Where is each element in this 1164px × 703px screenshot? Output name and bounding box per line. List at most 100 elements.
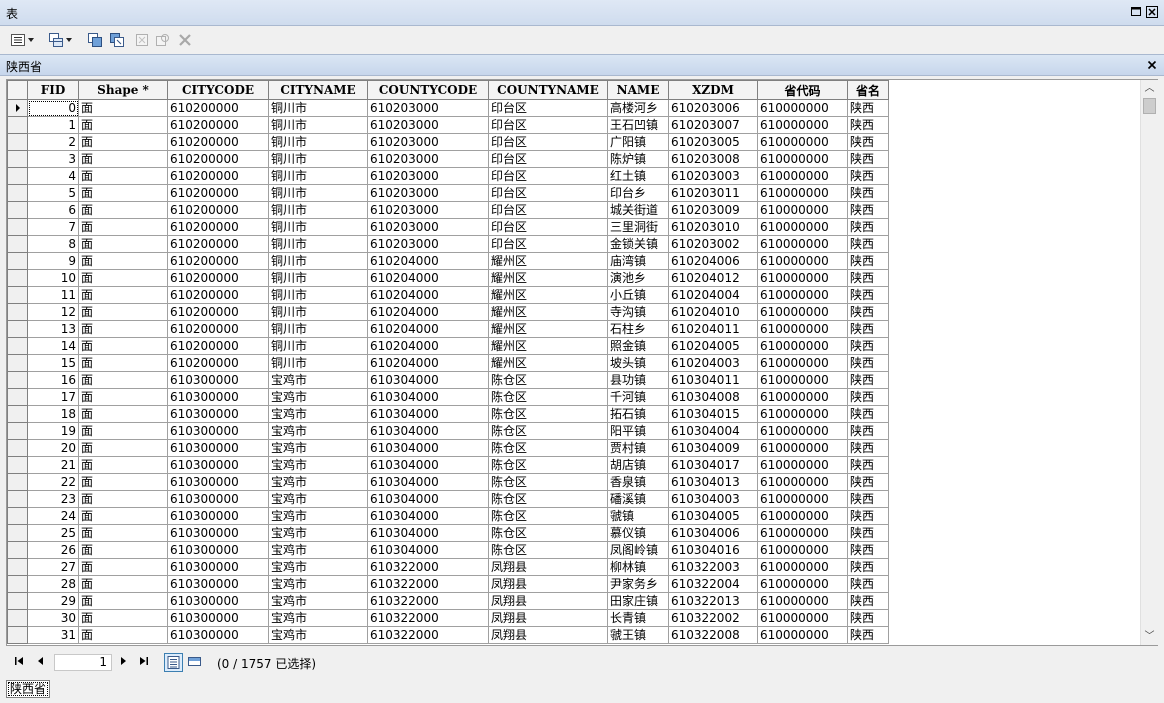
cell-shape[interactable]: 面 [78,218,168,236]
cell-xzdm[interactable]: 610203005 [668,133,758,151]
cell-citycode[interactable]: 610300000 [167,626,269,644]
cell-cityname[interactable]: 铜川市 [268,184,368,202]
cell-countycode[interactable]: 610322000 [367,575,489,593]
cell-xzdm[interactable]: 610203011 [668,184,758,202]
cell-province-code[interactable]: 610000000 [757,116,848,134]
cell-xzdm[interactable]: 610304008 [668,388,758,406]
cell-countyname[interactable]: 陈仓区 [488,456,608,474]
cell-shape[interactable]: 面 [78,150,168,168]
cell-province-name[interactable]: 陕西 [847,507,889,525]
cell-name[interactable]: 香泉镇 [607,473,669,491]
cell-countycode[interactable]: 610304000 [367,405,489,423]
scroll-down-button[interactable]: ﹀ [1141,628,1158,645]
cell-name[interactable]: 城关街道 [607,201,669,219]
cell-shape[interactable]: 面 [78,592,168,610]
table-row[interactable]: 18 面 610300000 宝鸡市 610304000 陈仓区 拓石镇 610304015 6… [7,405,889,423]
cell-province-name[interactable]: 陕西 [847,99,889,117]
table-row[interactable]: 24 面 610300000 宝鸡市 610304000 陈仓区 虢镇 610304005 61… [7,507,889,525]
cell-province-name[interactable]: 陕西 [847,371,889,389]
row-selector[interactable] [7,150,28,168]
cell-name[interactable]: 庙湾镇 [607,252,669,270]
cell-province-code[interactable]: 610000000 [757,609,848,627]
cell-cityname[interactable]: 铜川市 [268,201,368,219]
cell-province-name[interactable]: 陕西 [847,626,889,644]
cell-cityname[interactable]: 宝鸡市 [268,473,368,491]
cell-fid[interactable]: 14 [27,337,79,355]
table-row[interactable]: 10 面 610200000 铜川市 610204000 耀州区 演池乡 610204012 6… [7,269,889,287]
cell-province-code[interactable]: 610000000 [757,558,848,576]
cell-citycode[interactable]: 610200000 [167,99,269,117]
row-selector[interactable] [7,303,28,321]
cell-shape[interactable]: 面 [78,626,168,644]
cell-province-name[interactable]: 陕西 [847,558,889,576]
row-selector[interactable] [7,558,28,576]
cell-province-name[interactable]: 陕西 [847,541,889,559]
cell-name[interactable]: 田家庄镇 [607,592,669,610]
cell-shape[interactable]: 面 [78,252,168,270]
cell-shape[interactable]: 面 [78,354,168,372]
cell-countycode[interactable]: 610204000 [367,286,489,304]
cell-countycode[interactable]: 610304000 [367,541,489,559]
cell-cityname[interactable]: 宝鸡市 [268,371,368,389]
cell-countycode[interactable]: 610304000 [367,456,489,474]
zoom-to-selected-button[interactable] [155,31,171,49]
cell-cityname[interactable]: 宝鸡市 [268,558,368,576]
cell-countycode[interactable]: 610304000 [367,422,489,440]
cell-xzdm[interactable]: 610203006 [668,99,758,117]
cell-cityname[interactable]: 铜川市 [268,269,368,287]
row-selector[interactable] [7,422,28,440]
cell-province-name[interactable]: 陕西 [847,473,889,491]
cell-countycode[interactable]: 610203000 [367,116,489,134]
cell-shape[interactable]: 面 [78,235,168,253]
cell-province-name[interactable]: 陕西 [847,303,889,321]
table-row[interactable]: 28 面 610300000 宝鸡市 610322000 凤翔县 尹家务乡 610322004… [7,575,889,593]
cell-province-name[interactable]: 陕西 [847,269,889,287]
cell-countyname[interactable]: 耀州区 [488,320,608,338]
cell-name[interactable]: 慕仪镇 [607,524,669,542]
select-by-attributes-button[interactable] [87,31,103,49]
cell-province-code[interactable]: 610000000 [757,405,848,423]
cell-xzdm[interactable]: 610204003 [668,354,758,372]
cell-citycode[interactable]: 610200000 [167,252,269,270]
row-selector[interactable] [7,473,28,491]
cell-shape[interactable]: 面 [78,133,168,151]
cell-name[interactable]: 虢镇 [607,507,669,525]
cell-province-name[interactable]: 陕西 [847,592,889,610]
row-selector[interactable] [7,388,28,406]
previous-record-button[interactable] [36,656,46,669]
table-row[interactable]: 13 面 610200000 铜川市 610204000 耀州区 石柱乡 610204011 6… [7,320,889,338]
cell-xzdm[interactable]: 610204004 [668,286,758,304]
table-row[interactable]: 19 面 610300000 宝鸡市 610304000 陈仓区 阳平镇 610304004 6… [7,422,889,440]
cell-countycode[interactable]: 610304000 [367,388,489,406]
scroll-up-button[interactable]: ︿ [1141,80,1158,97]
table-row[interactable]: 3 面 610200000 铜川市 610203000 印台区 陈炉镇 610203008 61… [7,150,889,168]
row-selector[interactable] [7,337,28,355]
cell-countyname[interactable]: 凤翔县 [488,575,608,593]
cell-countycode[interactable]: 610322000 [367,609,489,627]
cell-province-name[interactable]: 陕西 [847,422,889,440]
cell-province-name[interactable]: 陕西 [847,575,889,593]
cell-fid[interactable]: 31 [27,626,79,644]
cell-province-code[interactable]: 610000000 [757,592,848,610]
cell-name[interactable]: 三里洞街 [607,218,669,236]
table-row[interactable]: 14 面 610200000 铜川市 610204000 耀州区 照金镇 610204005 6… [7,337,889,355]
close-table-button[interactable] [1146,59,1158,71]
cell-citycode[interactable]: 610300000 [167,490,269,508]
cell-cityname[interactable]: 宝鸡市 [268,575,368,593]
table-row[interactable]: 6 面 610200000 铜川市 610203000 印台区 城关街道 610203009 6… [7,201,889,219]
cell-province-code[interactable]: 610000000 [757,303,848,321]
cell-province-code[interactable]: 610000000 [757,99,848,117]
related-tables-button[interactable] [48,31,72,49]
row-selector[interactable] [7,116,28,134]
table-row[interactable]: 31 面 610300000 宝鸡市 610322000 凤翔县 虢王镇 610322008 6… [7,626,889,644]
cell-xzdm[interactable]: 610322003 [668,558,758,576]
cell-shape[interactable]: 面 [78,167,168,185]
cell-name[interactable]: 柳林镇 [607,558,669,576]
cell-countyname[interactable]: 陈仓区 [488,490,608,508]
cell-province-code[interactable]: 610000000 [757,575,848,593]
cell-fid[interactable]: 18 [27,405,79,423]
cell-citycode[interactable]: 610300000 [167,422,269,440]
cell-countyname[interactable]: 陈仓区 [488,473,608,491]
cell-shape[interactable]: 面 [78,371,168,389]
cell-cityname[interactable]: 宝鸡市 [268,490,368,508]
